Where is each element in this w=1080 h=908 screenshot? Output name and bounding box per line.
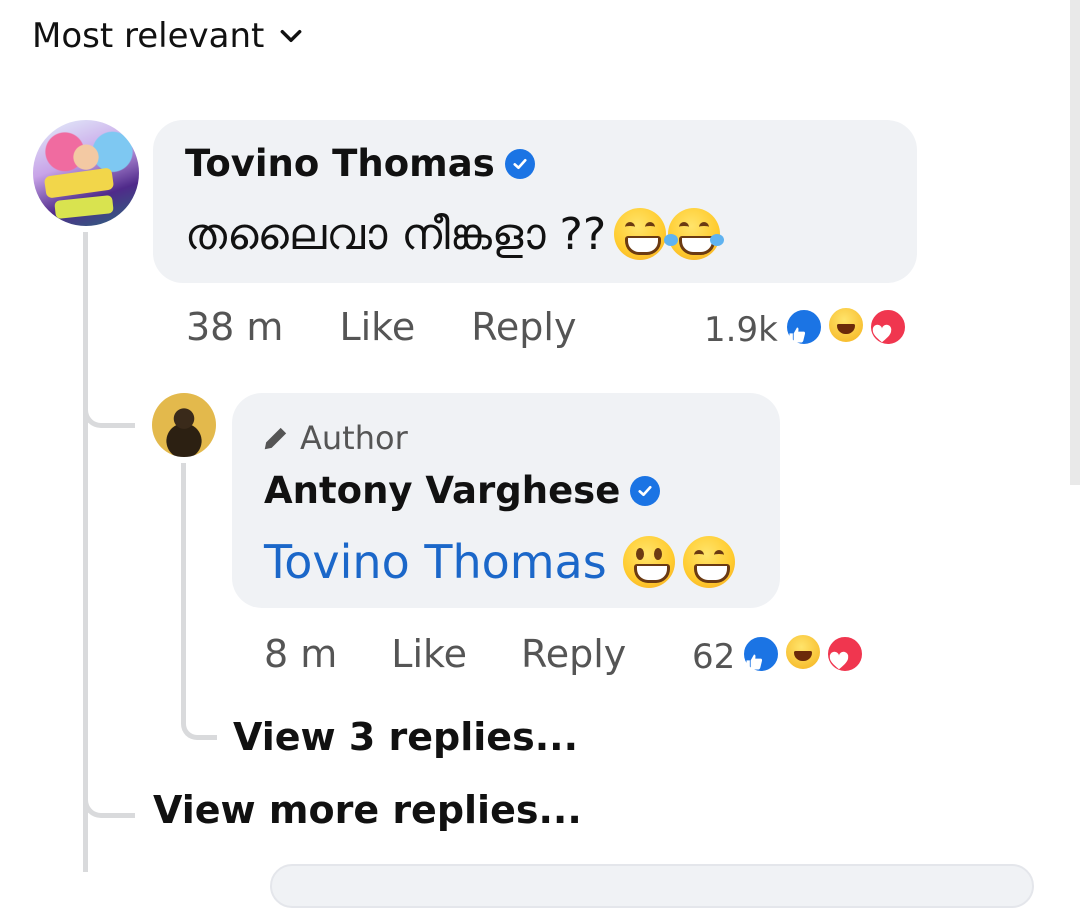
comment-text: തലൈവാ നീങ്കളാ ?? (185, 208, 725, 260)
avatar[interactable] (152, 393, 216, 457)
like-reaction-icon (783, 307, 824, 347)
thread-branch (83, 400, 135, 428)
verified-badge-icon (630, 475, 661, 506)
comment-author[interactable]: Tovino Thomas (185, 142, 535, 185)
author-name[interactable]: Tovino Thomas (185, 142, 495, 185)
love-reaction-icon (867, 307, 908, 347)
grinning-emoji-icon (622, 536, 675, 588)
grin-emoji-icon (614, 208, 667, 260)
like-button[interactable]: Like (339, 305, 415, 349)
grin-emoji-icon (682, 536, 735, 588)
like-reaction-icon (741, 634, 782, 674)
pencil-icon (264, 427, 287, 450)
verified-badge-icon (504, 148, 535, 179)
reaction-summary[interactable]: 1.9k (704, 305, 908, 354)
thread-branch (83, 790, 135, 818)
view-replies-link[interactable]: View 3 replies... (233, 715, 578, 759)
comment-text-content: തലൈവാ നീങ്കളാ ?? (185, 208, 607, 260)
author-tag: Author (262, 419, 408, 457)
reply-time: 8 m (264, 632, 338, 676)
reply-actions: 8 m Like Reply (264, 632, 626, 676)
thread-line (83, 232, 88, 872)
scrollbar[interactable] (1070, 0, 1080, 485)
reply-text: Tovino Thomas (264, 535, 735, 589)
reaction-icons (783, 305, 908, 354)
comment-actions: 38 m Like Reply (186, 305, 576, 349)
haha-reaction-icon (825, 305, 866, 345)
thread-branch (181, 712, 217, 740)
haha-reaction-icon (783, 632, 824, 672)
mention-link[interactable]: Tovino Thomas (264, 535, 607, 589)
reply-bubble: Author Antony Varghese Tovino Thomas (232, 393, 780, 608)
reply-button[interactable]: Reply (471, 305, 576, 349)
comment-time: 38 m (186, 305, 284, 349)
love-reaction-icon (825, 634, 866, 674)
thread-line (181, 463, 186, 723)
tears-of-joy-emoji-icon (664, 208, 725, 260)
author-tag-label: Author (300, 419, 408, 457)
like-button[interactable]: Like (391, 632, 467, 676)
reply-button[interactable]: Reply (521, 632, 626, 676)
avatar[interactable] (33, 120, 139, 226)
view-more-replies-link[interactable]: View more replies... (153, 788, 582, 832)
sort-dropdown[interactable]: Most relevant (32, 16, 304, 56)
comment-bubble: Tovino Thomas തലൈവാ നീങ്കളാ ?? (153, 120, 917, 283)
reaction-icons (741, 632, 866, 681)
next-comment-bubble (270, 864, 1034, 908)
chevron-down-icon (280, 29, 302, 43)
author-name[interactable]: Antony Varghese (264, 469, 620, 512)
sort-label: Most relevant (32, 16, 265, 56)
reaction-summary[interactable]: 62 (692, 632, 866, 681)
reply-author[interactable]: Antony Varghese (264, 469, 661, 512)
reaction-count: 62 (692, 636, 736, 677)
reaction-count: 1.9k (704, 309, 778, 350)
